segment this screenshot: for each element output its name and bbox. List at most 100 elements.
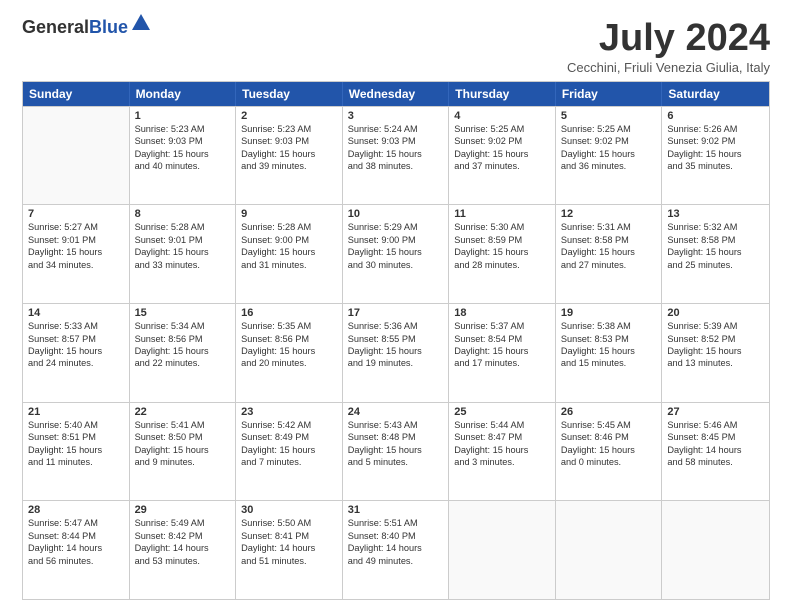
cell-line: Daylight: 15 hours — [667, 345, 764, 357]
cell-line: Sunrise: 5:23 AM — [241, 123, 337, 135]
cell-line: Daylight: 15 hours — [561, 246, 657, 258]
day-number: 16 — [241, 307, 337, 319]
cell-line: Sunset: 8:56 PM — [135, 333, 231, 345]
cell-line: Sunset: 8:49 PM — [241, 431, 337, 443]
header-day-wednesday: Wednesday — [343, 82, 450, 106]
cell-line: and 11 minutes. — [28, 456, 124, 468]
cell-line: Sunrise: 5:50 AM — [241, 517, 337, 529]
cell-line: Sunset: 9:03 PM — [241, 135, 337, 147]
cell-line: and 53 minutes. — [135, 555, 231, 567]
cell-line: and 24 minutes. — [28, 357, 124, 369]
cell-line: Sunrise: 5:26 AM — [667, 123, 764, 135]
cell-line: Sunset: 9:02 PM — [561, 135, 657, 147]
cell-line: Daylight: 15 hours — [135, 345, 231, 357]
cell-line: and 28 minutes. — [454, 259, 550, 271]
cal-cell: 21Sunrise: 5:40 AMSunset: 8:51 PMDayligh… — [23, 403, 130, 501]
cal-cell: 25Sunrise: 5:44 AMSunset: 8:47 PMDayligh… — [449, 403, 556, 501]
week-row-1: 1Sunrise: 5:23 AMSunset: 9:03 PMDaylight… — [23, 106, 769, 205]
cell-line: Sunrise: 5:31 AM — [561, 221, 657, 233]
cal-cell: 27Sunrise: 5:46 AMSunset: 8:45 PMDayligh… — [662, 403, 769, 501]
page: GeneralBlue July 2024 Cecchini, Friuli V… — [0, 0, 792, 612]
logo-blue: Blue — [89, 17, 128, 37]
day-number: 2 — [241, 110, 337, 122]
day-number: 9 — [241, 208, 337, 220]
cal-cell — [662, 501, 769, 599]
cell-line: and 38 minutes. — [348, 160, 444, 172]
cell-line: Sunrise: 5:25 AM — [454, 123, 550, 135]
cell-line: Daylight: 15 hours — [454, 246, 550, 258]
cal-cell: 30Sunrise: 5:50 AMSunset: 8:41 PMDayligh… — [236, 501, 343, 599]
cell-line: Sunset: 8:58 PM — [561, 234, 657, 246]
cal-cell: 6Sunrise: 5:26 AMSunset: 9:02 PMDaylight… — [662, 107, 769, 205]
location: Cecchini, Friuli Venezia Giulia, Italy — [567, 60, 770, 75]
cal-cell: 4Sunrise: 5:25 AMSunset: 9:02 PMDaylight… — [449, 107, 556, 205]
cell-line: Sunset: 8:47 PM — [454, 431, 550, 443]
cell-line: and 33 minutes. — [135, 259, 231, 271]
day-number: 17 — [348, 307, 444, 319]
day-number: 14 — [28, 307, 124, 319]
cell-line: and 40 minutes. — [135, 160, 231, 172]
cell-line: Sunset: 9:02 PM — [454, 135, 550, 147]
cal-cell: 24Sunrise: 5:43 AMSunset: 8:48 PMDayligh… — [343, 403, 450, 501]
cell-line: Sunrise: 5:30 AM — [454, 221, 550, 233]
cell-line: Sunrise: 5:34 AM — [135, 320, 231, 332]
cal-cell: 10Sunrise: 5:29 AMSunset: 9:00 PMDayligh… — [343, 205, 450, 303]
cell-line: Sunset: 8:44 PM — [28, 530, 124, 542]
cal-cell: 14Sunrise: 5:33 AMSunset: 8:57 PMDayligh… — [23, 304, 130, 402]
cell-line: Daylight: 15 hours — [135, 444, 231, 456]
cell-line: Daylight: 15 hours — [561, 345, 657, 357]
cell-line: Sunset: 8:52 PM — [667, 333, 764, 345]
day-number: 30 — [241, 504, 337, 516]
cal-cell: 22Sunrise: 5:41 AMSunset: 8:50 PMDayligh… — [130, 403, 237, 501]
cal-cell: 13Sunrise: 5:32 AMSunset: 8:58 PMDayligh… — [662, 205, 769, 303]
cal-cell: 15Sunrise: 5:34 AMSunset: 8:56 PMDayligh… — [130, 304, 237, 402]
cell-line: Daylight: 15 hours — [561, 444, 657, 456]
cell-line: Sunrise: 5:37 AM — [454, 320, 550, 332]
day-number: 24 — [348, 406, 444, 418]
cell-line: Sunrise: 5:24 AM — [348, 123, 444, 135]
week-row-5: 28Sunrise: 5:47 AMSunset: 8:44 PMDayligh… — [23, 500, 769, 599]
logo: GeneralBlue — [22, 18, 152, 36]
day-number: 26 — [561, 406, 657, 418]
cell-line: Sunrise: 5:44 AM — [454, 419, 550, 431]
cell-line: Daylight: 15 hours — [561, 148, 657, 160]
cal-cell: 7Sunrise: 5:27 AMSunset: 9:01 PMDaylight… — [23, 205, 130, 303]
cell-line: Sunrise: 5:28 AM — [135, 221, 231, 233]
day-number: 4 — [454, 110, 550, 122]
cell-line: Sunrise: 5:41 AM — [135, 419, 231, 431]
day-number: 31 — [348, 504, 444, 516]
cal-cell — [556, 501, 663, 599]
cell-line: Daylight: 15 hours — [135, 246, 231, 258]
cell-line: Sunset: 9:01 PM — [28, 234, 124, 246]
week-row-3: 14Sunrise: 5:33 AMSunset: 8:57 PMDayligh… — [23, 303, 769, 402]
month-title: July 2024 — [567, 18, 770, 60]
day-number: 22 — [135, 406, 231, 418]
cell-line: Sunrise: 5:27 AM — [28, 221, 124, 233]
logo-text: GeneralBlue — [22, 18, 128, 36]
cell-line: Daylight: 14 hours — [28, 542, 124, 554]
cell-line: Sunrise: 5:49 AM — [135, 517, 231, 529]
cell-line: and 3 minutes. — [454, 456, 550, 468]
cell-line: Daylight: 15 hours — [348, 345, 444, 357]
cal-cell: 9Sunrise: 5:28 AMSunset: 9:00 PMDaylight… — [236, 205, 343, 303]
cell-line: and 30 minutes. — [348, 259, 444, 271]
cell-line: Sunset: 8:51 PM — [28, 431, 124, 443]
day-number: 20 — [667, 307, 764, 319]
day-number: 10 — [348, 208, 444, 220]
day-number: 12 — [561, 208, 657, 220]
day-number: 27 — [667, 406, 764, 418]
cell-line: and 15 minutes. — [561, 357, 657, 369]
cal-cell: 11Sunrise: 5:30 AMSunset: 8:59 PMDayligh… — [449, 205, 556, 303]
header-day-saturday: Saturday — [662, 82, 769, 106]
cell-line: Sunset: 9:00 PM — [348, 234, 444, 246]
cell-line: Daylight: 14 hours — [135, 542, 231, 554]
cell-line: and 25 minutes. — [667, 259, 764, 271]
cell-line: Sunrise: 5:43 AM — [348, 419, 444, 431]
cell-line: Sunset: 9:03 PM — [135, 135, 231, 147]
logo-icon — [130, 12, 152, 34]
cell-line: and 5 minutes. — [348, 456, 444, 468]
cell-line: Sunrise: 5:46 AM — [667, 419, 764, 431]
cell-line: Daylight: 15 hours — [348, 148, 444, 160]
cal-cell: 18Sunrise: 5:37 AMSunset: 8:54 PMDayligh… — [449, 304, 556, 402]
cal-cell: 3Sunrise: 5:24 AMSunset: 9:03 PMDaylight… — [343, 107, 450, 205]
